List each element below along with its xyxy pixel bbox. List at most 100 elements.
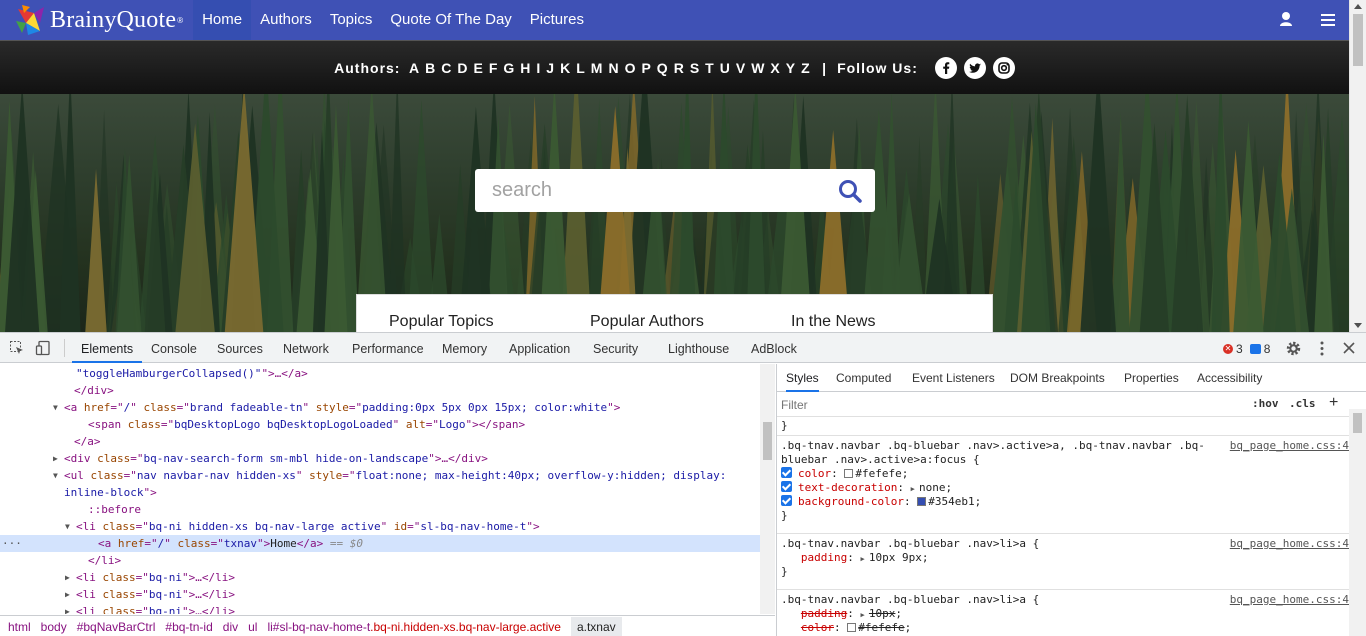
tab-lighthouse[interactable]: Lighthouse: [668, 333, 729, 363]
expand-arrow-icon[interactable]: ▶: [65, 569, 70, 586]
property-checkbox[interactable]: [781, 495, 792, 506]
author-letter-f[interactable]: F: [489, 60, 499, 76]
style-rule[interactable]: .bq-tnav.navbar .bq-bluebar .nav>li>a { b…: [781, 593, 1349, 636]
dom-node[interactable]: </li>: [0, 552, 760, 569]
author-letter-m[interactable]: M: [591, 60, 604, 76]
dom-node[interactable]: ▶ <li class="bq-ni">…</li>: [0, 586, 760, 603]
twitter-icon[interactable]: [963, 56, 986, 79]
property-value[interactable]: none: [919, 481, 946, 494]
author-letter-w[interactable]: W: [751, 60, 765, 76]
device-toolbar-icon[interactable]: [35, 340, 51, 356]
author-letter-u[interactable]: U: [720, 60, 731, 76]
rule-selector[interactable]: .bq-tnav.navbar .bq-bluebar .nav>li>a {: [781, 593, 1221, 607]
breadcrumb-item[interactable]: ul: [248, 620, 257, 634]
dom-node[interactable]: "toggleHamburgerCollapsed()"">…</a>: [0, 365, 760, 382]
nav-pictures[interactable]: Pictures: [521, 0, 593, 40]
author-letter-x[interactable]: X: [770, 60, 780, 76]
scroll-up-arrow-icon[interactable]: [1354, 4, 1362, 9]
tab-performance[interactable]: Performance: [352, 333, 424, 363]
scrollbar-thumb[interactable]: [1353, 14, 1363, 66]
dom-node[interactable]: ▼ <ul class="nav navbar-nav hidden-xs" st…: [0, 467, 760, 484]
user-icon[interactable]: [1265, 0, 1307, 40]
css-property[interactable]: text-decoration: ▶ none;: [781, 481, 1349, 495]
dom-node-selected[interactable]: ··· <a href="/" class="txnav">Home</a> ==…: [0, 535, 760, 552]
search-input[interactable]: [475, 179, 815, 202]
instagram-icon[interactable]: [992, 56, 1015, 79]
settings-gear-icon[interactable]: [1285, 340, 1302, 357]
author-letter-i[interactable]: I: [536, 60, 541, 76]
tab-properties[interactable]: Properties: [1124, 364, 1179, 392]
property-name[interactable]: text-decoration: [798, 481, 897, 494]
author-letter-q[interactable]: Q: [657, 60, 669, 76]
expand-shorthand-icon[interactable]: ▶: [860, 555, 868, 563]
property-value[interactable]: 10px 9px: [869, 551, 922, 564]
nav-home[interactable]: Home: [193, 0, 252, 40]
tab-computed[interactable]: Computed: [836, 364, 891, 392]
breadcrumb-item[interactable]: body: [41, 620, 67, 634]
author-letter-l[interactable]: L: [576, 60, 586, 76]
author-letter-n[interactable]: N: [608, 60, 619, 76]
css-property[interactable]: background-color: #354eb1;: [781, 495, 1349, 509]
issues-counter[interactable]: ✕ 3 8: [1223, 342, 1270, 356]
collapse-arrow-icon[interactable]: ▼: [53, 467, 58, 484]
tab-accessibility[interactable]: Accessibility: [1197, 364, 1262, 392]
dom-node[interactable]: ▶ <li class="bq-ni">…</li>: [0, 603, 760, 614]
author-letter-c[interactable]: C: [441, 60, 452, 76]
author-letter-j[interactable]: J: [546, 60, 555, 76]
author-letter-t[interactable]: T: [705, 60, 715, 76]
tab-popular-authors[interactable]: Popular Authors: [590, 313, 704, 331]
tab-memory[interactable]: Memory: [442, 333, 487, 363]
property-name[interactable]: color: [801, 621, 834, 634]
tab-elements[interactable]: Elements: [72, 333, 143, 363]
nav-topics[interactable]: Topics: [321, 0, 382, 40]
tab-network[interactable]: Network: [283, 333, 329, 363]
author-letter-s[interactable]: S: [690, 60, 700, 76]
nav-authors[interactable]: Authors: [251, 0, 321, 40]
color-swatch-icon[interactable]: [917, 497, 927, 506]
property-name[interactable]: padding: [801, 551, 847, 564]
author-letter-o[interactable]: O: [625, 60, 637, 76]
dom-node[interactable]: </div>: [0, 382, 760, 399]
new-style-rule-button[interactable]: +: [1329, 394, 1338, 412]
styles-scrollbar-thumb[interactable]: [1353, 413, 1362, 433]
expand-arrow-icon[interactable]: ▶: [65, 603, 70, 614]
property-value[interactable]: #fefefe: [858, 621, 904, 634]
hamburger-menu-icon[interactable]: [1307, 0, 1349, 40]
dom-node[interactable]: ▶ <li class="bq-ni">…</li>: [0, 569, 760, 586]
style-rule[interactable]: .bq-tnav.navbar .bq-bluebar .nav>.active…: [781, 439, 1349, 523]
author-letter-a[interactable]: A: [409, 60, 420, 76]
close-devtools-icon[interactable]: [1342, 341, 1356, 355]
dom-node[interactable]: ▶ <div class="bq-nav-search-form sm-mbl h…: [0, 450, 760, 467]
rule-source-link[interactable]: bq_page_home.css:4: [1230, 593, 1349, 607]
rule-source-link[interactable]: bq_page_home.css:4: [1230, 537, 1349, 551]
node-actions-icon[interactable]: ···: [2, 535, 22, 552]
tab-sources[interactable]: Sources: [217, 333, 263, 363]
property-name[interactable]: background-color: [798, 495, 904, 508]
expand-shorthand-icon[interactable]: ▶: [911, 485, 919, 493]
collapse-arrow-icon[interactable]: ▼: [65, 518, 70, 535]
rule-selector[interactable]: .bq-tnav.navbar .bq-bluebar .nav>.active…: [781, 439, 1221, 467]
tab-event-listeners[interactable]: Event Listeners: [912, 364, 995, 392]
css-property[interactable]: padding: ▶ 10px 9px;: [781, 551, 1349, 565]
property-checkbox[interactable]: [781, 481, 792, 492]
property-value[interactable]: #354eb1: [928, 495, 974, 508]
color-swatch-icon[interactable]: [844, 469, 854, 478]
tab-in-the-news[interactable]: In the News: [791, 313, 875, 331]
facebook-icon[interactable]: [934, 56, 957, 79]
author-letter-v[interactable]: V: [736, 60, 746, 76]
page-scrollbar[interactable]: [1349, 0, 1366, 332]
author-letter-e[interactable]: E: [473, 60, 483, 76]
collapse-arrow-icon[interactable]: ▼: [53, 399, 58, 416]
breadcrumb-item[interactable]: a.txnav: [570, 616, 622, 636]
tab-application[interactable]: Application: [509, 333, 570, 363]
author-letter-z[interactable]: Z: [801, 60, 811, 76]
scroll-down-arrow-icon[interactable]: [1354, 323, 1362, 328]
property-name[interactable]: color: [798, 467, 831, 480]
dom-node[interactable]: ::before: [0, 501, 760, 518]
dom-node[interactable]: ▼ <li class="bq-ni hidden-xs bq-nav-large…: [0, 518, 760, 535]
breadcrumb-item[interactable]: #bqNavBarCtrl: [77, 620, 156, 634]
cls-toggle[interactable]: .cls: [1289, 397, 1316, 410]
nav-quote-of-the-day[interactable]: Quote Of The Day: [381, 0, 520, 40]
author-letter-k[interactable]: K: [560, 60, 571, 76]
css-property[interactable]: padding: ▶ 10px;: [781, 607, 1349, 621]
